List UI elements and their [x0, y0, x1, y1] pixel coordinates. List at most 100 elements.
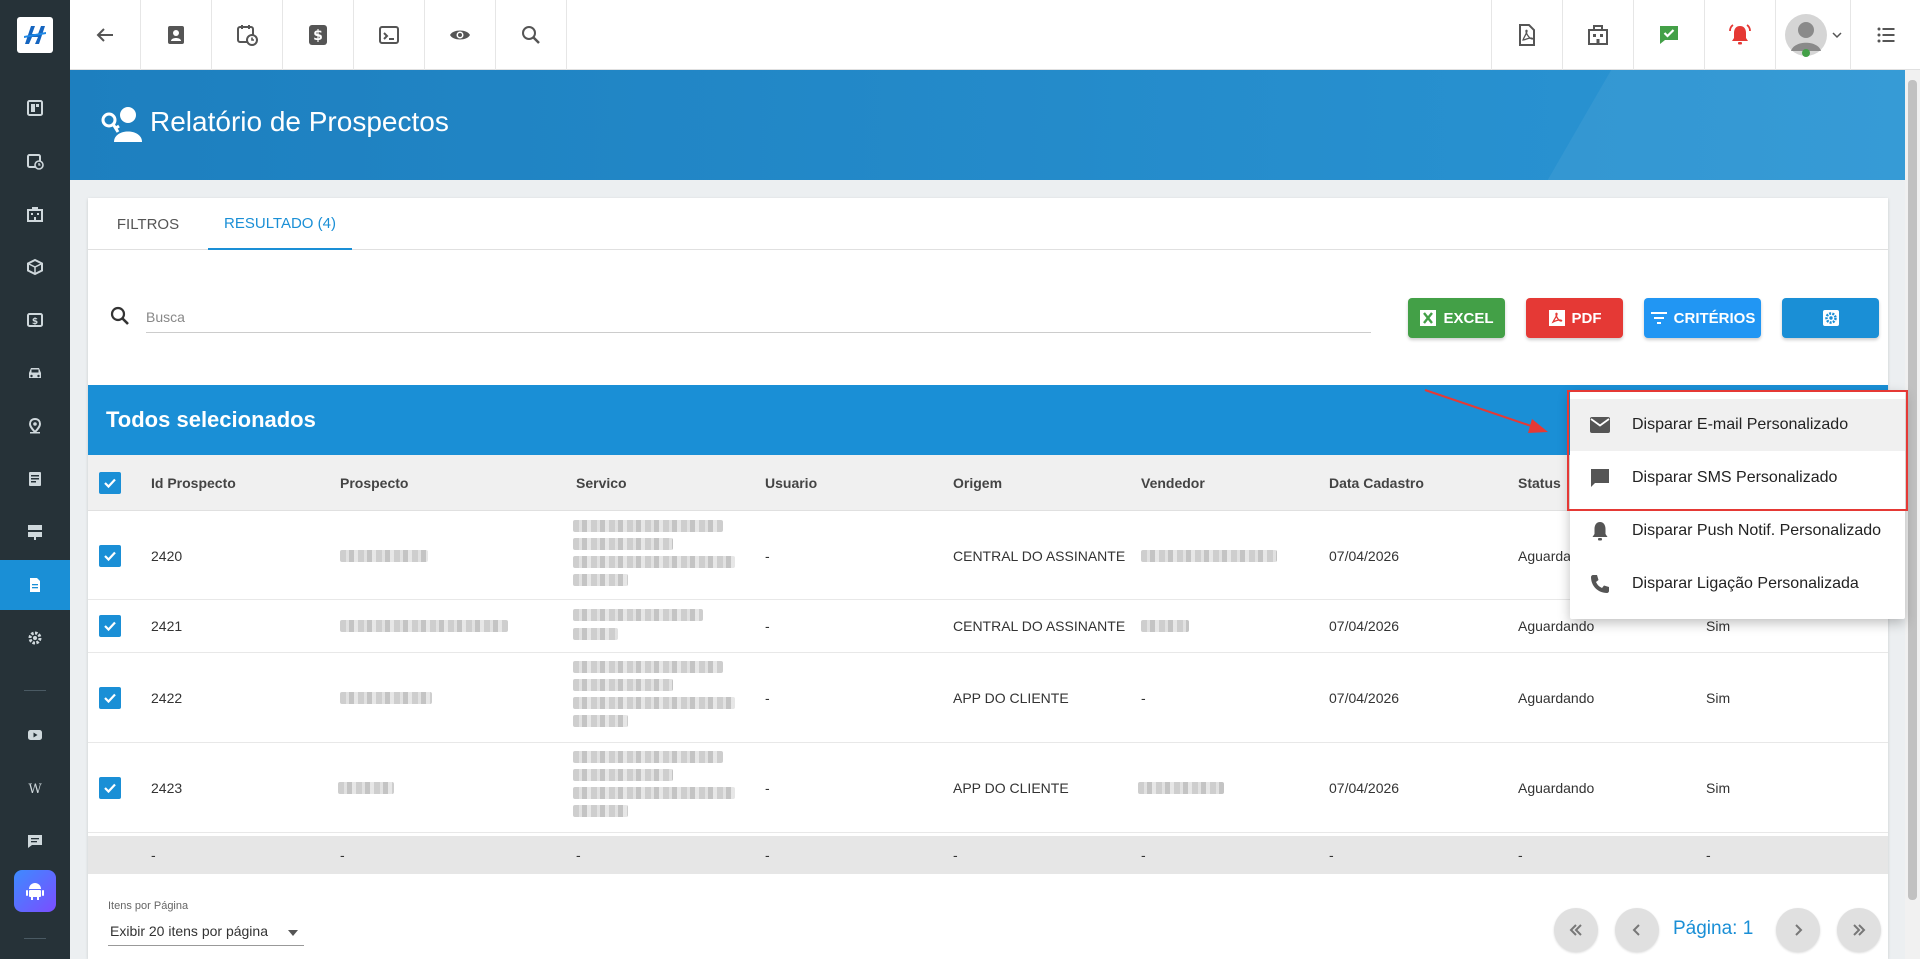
menu-item-call[interactable]: Disparar Ligação Personalizada — [1570, 558, 1905, 610]
col-header-status[interactable]: Status — [1518, 475, 1561, 491]
chevron-right-icon — [1795, 924, 1803, 936]
col-header-prospecto[interactable]: Prospecto — [340, 475, 408, 491]
cell-id: 2422 — [151, 690, 183, 706]
sidebar: $ W — [0, 0, 70, 959]
cell-extra: Sim — [1706, 780, 1731, 796]
sidebar-item-building[interactable] — [0, 189, 70, 239]
sidebar-item-settings[interactable] — [0, 613, 70, 663]
page-indicator: Página: 1 — [1673, 918, 1754, 939]
criterios-button[interactable]: CRITÉRIOS — [1644, 298, 1761, 338]
prev-page-button[interactable] — [1615, 908, 1659, 952]
pdf-doc-button[interactable] — [1491, 0, 1562, 70]
table-row[interactable]: 2422 - APP DO CLIENTE - 07/04/2026 Aguar… — [88, 653, 1888, 743]
col-header-servico[interactable]: Servico — [576, 475, 627, 491]
double-chevron-right-icon — [1853, 924, 1866, 936]
footer-cell: - — [953, 847, 958, 863]
sidebar-item-dashboard[interactable] — [0, 83, 70, 133]
sidebar-item-wiki[interactable]: W — [0, 763, 70, 813]
select-all-checkbox[interactable] — [99, 472, 121, 494]
first-page-button[interactable] — [1554, 908, 1598, 952]
list-menu-button[interactable] — [1850, 0, 1920, 70]
row-checkbox[interactable] — [99, 687, 121, 709]
dollar-icon: $ — [309, 25, 327, 45]
scroll-thumb[interactable] — [1908, 80, 1917, 900]
menu-item-label: Disparar Ligação Personalizada — [1632, 575, 1859, 592]
cell-extra: Sim — [1706, 618, 1731, 634]
filter-icon — [1650, 312, 1667, 324]
redacted-vendedor — [1141, 550, 1277, 562]
sidebar-item-youtube[interactable] — [0, 710, 70, 760]
redacted-prospecto — [340, 550, 428, 562]
next-page-button[interactable] — [1776, 908, 1820, 952]
tasks-button[interactable] — [1633, 0, 1704, 70]
col-header-usuario[interactable]: Usuario — [765, 475, 817, 491]
gear-icon — [1822, 310, 1839, 326]
footer-cell: - — [765, 847, 770, 863]
sidebar-item-fleet[interactable] — [0, 348, 70, 398]
calendar-clock-icon — [237, 25, 258, 46]
check-icon — [104, 783, 116, 794]
chevron-left-icon — [1632, 924, 1640, 936]
scrollbar[interactable] — [1905, 70, 1920, 959]
sidebar-item-finance[interactable]: $ — [0, 295, 70, 345]
tab-filtros[interactable]: FILTROS — [88, 198, 208, 250]
top-bar: $ — [70, 0, 1920, 70]
back-button[interactable] — [70, 0, 141, 70]
sidebar-divider-bottom — [24, 938, 46, 939]
sms-icon — [1591, 469, 1609, 487]
cell-origem: CENTRAL DO ASSINANTE — [953, 548, 1126, 564]
col-header-data-cadastro[interactable]: Data Cadastro — [1329, 475, 1424, 491]
sidebar-item-notes[interactable] — [0, 454, 70, 504]
sidebar-item-network[interactable] — [0, 507, 70, 557]
menu-item-push[interactable]: Disparar Push Notif. Personalizado — [1570, 505, 1905, 557]
row-checkbox[interactable] — [99, 545, 121, 567]
excel-button[interactable]: EXCEL — [1408, 298, 1505, 338]
menu-item-email[interactable]: Disparar E-mail Personalizado — [1570, 399, 1905, 451]
app-logo[interactable] — [0, 0, 70, 70]
arrow-left-icon — [96, 28, 113, 42]
android-app-button[interactable] — [14, 870, 56, 912]
company-button[interactable] — [1562, 0, 1633, 70]
cell-usuario: - — [765, 780, 770, 796]
contacts-button[interactable] — [141, 0, 212, 70]
terminal-button[interactable] — [354, 0, 425, 70]
menu-item-sms[interactable]: Disparar SMS Personalizado — [1570, 452, 1905, 504]
user-menu[interactable] — [1775, 0, 1850, 70]
table-row[interactable]: 2423 - APP DO CLIENTE 07/04/2026 Aguarda… — [88, 743, 1888, 833]
cell-data: 07/04/2026 — [1329, 548, 1400, 564]
per-page-select[interactable]: Exibir 20 itens por página — [108, 918, 304, 946]
svg-text:$: $ — [32, 317, 38, 327]
search-icon — [110, 306, 129, 325]
sidebar-item-reports[interactable] — [0, 560, 70, 610]
schedule-button[interactable] — [212, 0, 283, 70]
pdf-button[interactable]: PDF — [1526, 298, 1623, 338]
search-button[interactable] — [496, 0, 567, 70]
sidebar-item-agenda[interactable] — [0, 136, 70, 186]
row-checkbox[interactable] — [99, 615, 121, 637]
row-checkbox[interactable] — [99, 777, 121, 799]
sidebar-divider — [24, 690, 46, 691]
check-icon — [104, 693, 116, 704]
sidebar-item-location[interactable] — [0, 401, 70, 451]
cell-data: 07/04/2026 — [1329, 618, 1400, 634]
tab-resultado[interactable]: RESULTADO (4) — [208, 198, 352, 250]
view-button[interactable] — [425, 0, 496, 70]
search-input[interactable] — [146, 301, 1371, 333]
col-header-id[interactable]: Id Prospecto — [151, 475, 236, 491]
col-header-vendedor[interactable]: Vendedor — [1141, 475, 1205, 491]
last-page-button[interactable] — [1837, 908, 1881, 952]
cell-extra: Sim — [1706, 690, 1731, 706]
sidebar-item-chat[interactable] — [0, 816, 70, 866]
settings-button[interactable] — [1782, 298, 1879, 338]
redacted-prospecto — [340, 692, 432, 704]
col-header-origem[interactable]: Origem — [953, 475, 1002, 491]
finance-button[interactable]: $ — [283, 0, 354, 70]
email-icon — [1590, 417, 1610, 433]
redacted-prospecto — [340, 620, 508, 632]
sidebar-item-products[interactable] — [0, 242, 70, 292]
redacted-prospecto — [338, 782, 394, 794]
svg-text:W: W — [28, 782, 42, 797]
alarm-button[interactable] — [1704, 0, 1775, 70]
redacted-servico — [573, 661, 723, 673]
pdf-button-label: PDF — [1571, 309, 1602, 327]
